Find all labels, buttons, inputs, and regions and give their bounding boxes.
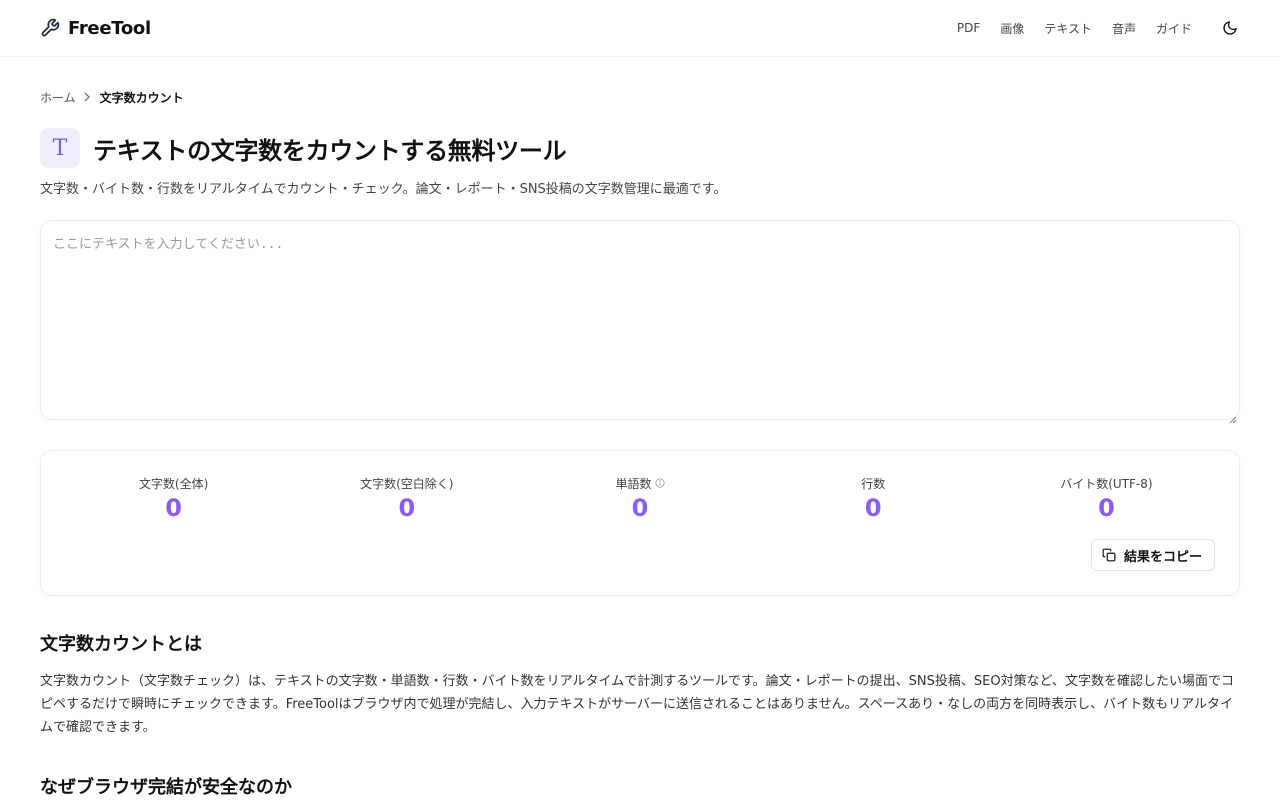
stat-byte-count: バイト数(UTF-8) 0 <box>990 475 1223 523</box>
main-nav: PDF 画像 テキスト 音声 ガイド <box>957 19 1240 37</box>
stat-value: 0 <box>631 494 649 522</box>
stat-value: 0 <box>1098 494 1115 522</box>
info-icon[interactable] <box>654 478 665 488</box>
breadcrumb-home[interactable]: ホーム <box>40 89 76 106</box>
text-input[interactable] <box>41 221 1239 419</box>
breadcrumb-current: 文字数カウント <box>99 90 184 105</box>
nav-pdf[interactable]: PDF <box>957 21 980 35</box>
stat-label: 文字数(全体) <box>138 476 209 491</box>
nav-text[interactable]: テキスト <box>1044 20 1092 37</box>
stat-label: バイト数(UTF-8) <box>1060 476 1153 491</box>
stats-row: 文字数(全体) 0 文字数(空白除く) 0 単語数 0 行数 0 バイト数(UT… <box>41 451 1239 523</box>
stat-char-total: 文字数(全体) 0 <box>57 475 290 523</box>
safety-title: なぜブラウザ完結が安全なのか <box>40 777 292 798</box>
brand-name: FreeTool <box>68 17 151 39</box>
about-title: 文字数カウントとは <box>40 634 202 655</box>
brand-logo[interactable]: FreeTool <box>40 18 151 39</box>
stat-label: 単語数 <box>615 476 652 491</box>
copy-results-button[interactable]: 結果をコピー <box>1090 539 1215 571</box>
stat-word-count: 単語数 0 <box>523 475 756 522</box>
stat-label: 行数 <box>861 476 886 491</box>
copy-button-label: 結果をコピー <box>1123 549 1202 565</box>
resize-handle-icon[interactable] <box>1229 409 1237 424</box>
moon-icon[interactable] <box>1222 19 1240 37</box>
stat-label: 文字数(空白除く) <box>360 476 454 491</box>
stat-line-count: 行数 0 <box>757 475 990 523</box>
nav-guide[interactable]: ガイド <box>1156 20 1192 37</box>
copy-icon <box>1102 548 1116 562</box>
stat-value: 0 <box>864 494 882 522</box>
text-type-icon: T <box>40 128 80 168</box>
breadcrumb: ホーム 文字数カウント <box>40 89 1240 105</box>
stats-card: 文字数(全体) 0 文字数(空白除く) 0 単語数 0 行数 0 バイト数(UT… <box>40 450 1240 596</box>
main-content: ホーム 文字数カウント T テキストの文字数をカウントする無料ツール 文字数・バ… <box>0 57 1280 799</box>
nav-audio[interactable]: 音声 <box>1112 20 1136 37</box>
title-row: T テキストの文字数をカウントする無料ツール <box>40 128 1240 168</box>
site-header: FreeTool PDF 画像 テキスト 音声 ガイド <box>0 0 1280 57</box>
about-body: 文字数カウント（文字数チェック）は、テキストの文字数・単語数・行数・バイト数をリ… <box>40 674 1234 735</box>
chevron-right-icon <box>84 92 92 102</box>
page-subtitle: 文字数・バイト数・行数をリアルタイムでカウント・チェック。論文・レポート・SNS… <box>40 182 727 197</box>
page-title: テキストの文字数をカウントする無料ツール <box>93 136 567 165</box>
stat-char-no-space: 文字数(空白除く) 0 <box>290 475 523 523</box>
nav-image[interactable]: 画像 <box>1000 20 1024 37</box>
stat-value: 0 <box>398 494 416 522</box>
wrench-icon <box>40 18 60 38</box>
stat-value: 0 <box>165 494 182 522</box>
text-input-card <box>40 220 1240 424</box>
